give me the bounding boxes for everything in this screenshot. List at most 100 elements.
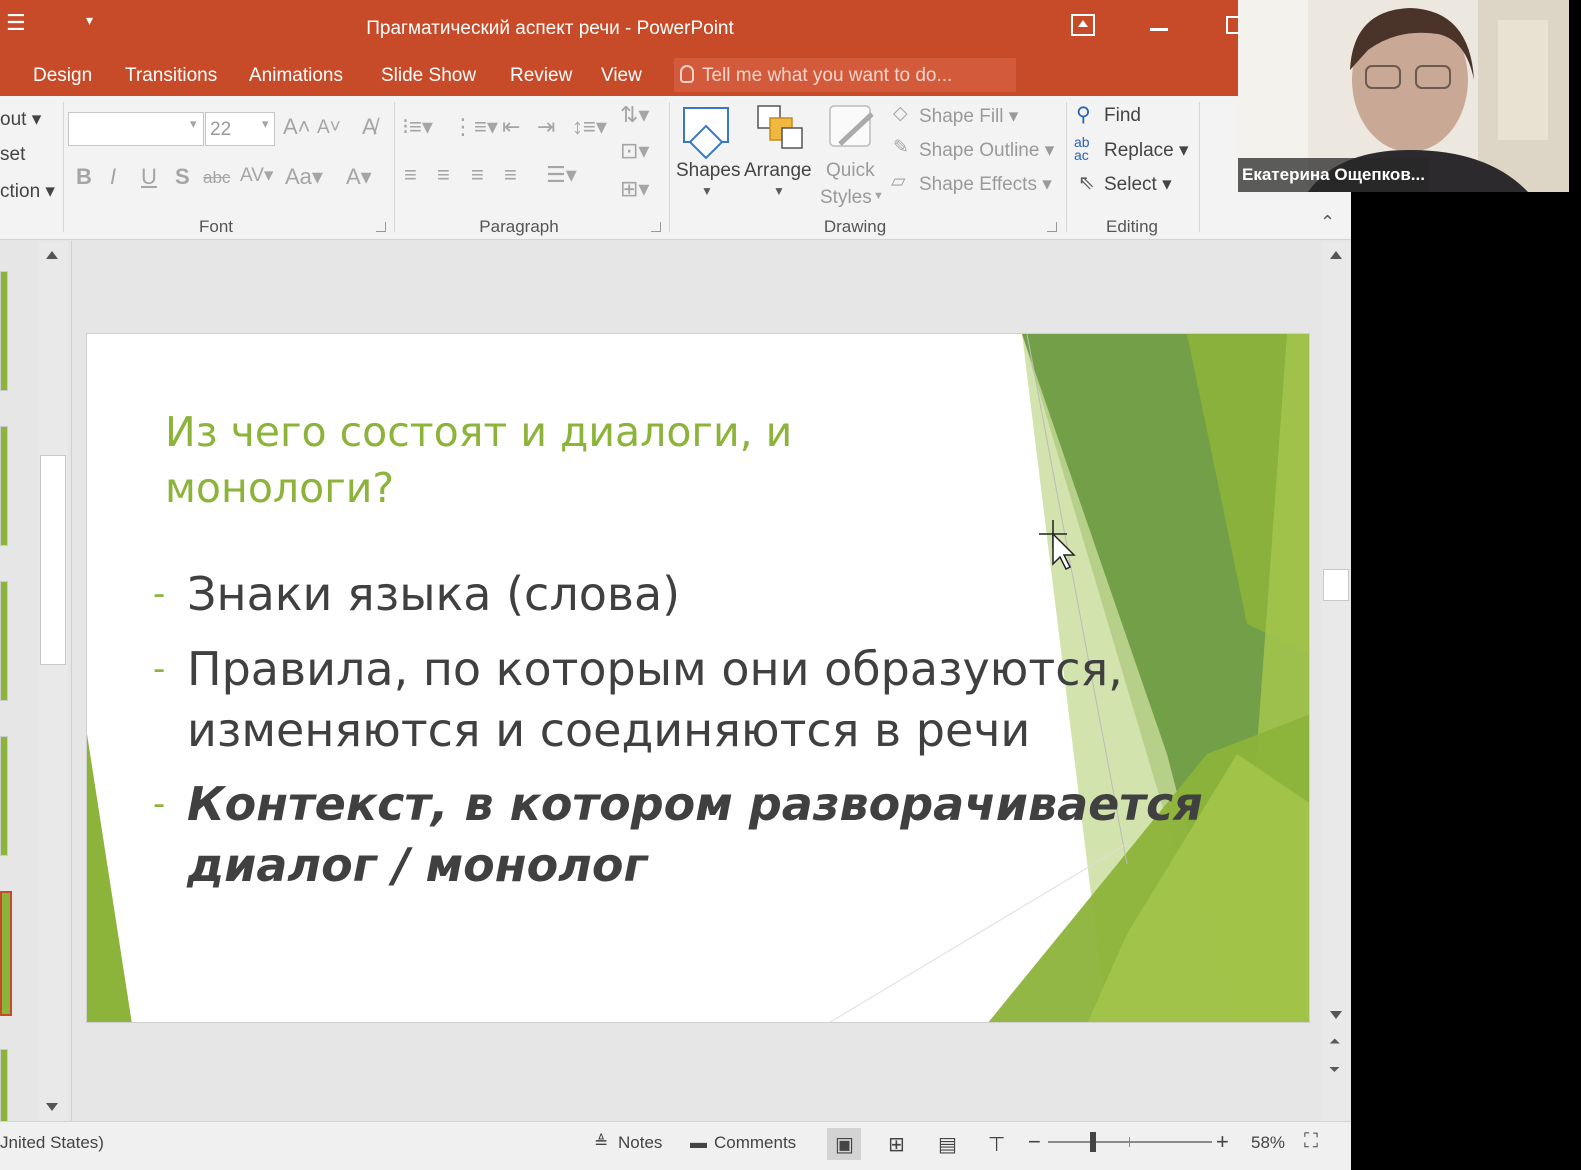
- bullets-icon[interactable]: ⁝≡▾: [402, 114, 433, 140]
- current-slide[interactable]: Из чего состоят и диалоги, и монологи? -…: [86, 333, 1310, 1023]
- find-button[interactable]: Find: [1104, 105, 1141, 127]
- arrange-dropdown-icon[interactable]: ▼: [773, 184, 785, 198]
- shape-outline-icon: ✎: [893, 137, 909, 158]
- section-button[interactable]: ction ▾: [0, 180, 55, 203]
- slideshow-view-button[interactable]: ⊤: [980, 1128, 1014, 1160]
- change-case-icon[interactable]: Aa▾: [285, 164, 323, 190]
- previous-slide-icon[interactable]: ⏶: [1329, 1033, 1340, 1050]
- scroll-up-icon[interactable]: [46, 251, 58, 259]
- slide-scroll-thumb[interactable]: [1323, 569, 1349, 601]
- font-color-icon[interactable]: A▾: [346, 164, 372, 190]
- tab-design[interactable]: Design: [33, 65, 92, 87]
- decrease-indent-icon[interactable]: ⇤: [502, 114, 520, 140]
- next-slide-icon[interactable]: ⏷: [1329, 1061, 1340, 1078]
- slide-thumbnail[interactable]: [0, 1049, 8, 1129]
- quick-styles-label-2[interactable]: Styles: [820, 187, 872, 209]
- tab-slide-show[interactable]: Slide Show: [381, 65, 476, 87]
- clear-formatting-icon[interactable]: A̸: [362, 114, 377, 140]
- quick-styles-dropdown-icon[interactable]: ▼: [873, 190, 884, 202]
- smartart-icon[interactable]: ⊞▾: [620, 176, 649, 202]
- bullet-dash: -: [153, 784, 166, 824]
- align-right-icon[interactable]: ≡: [471, 162, 484, 188]
- group-separator: [1066, 102, 1067, 232]
- align-left-icon[interactable]: ≡: [404, 162, 417, 188]
- comments-button[interactable]: Comments: [714, 1133, 796, 1153]
- replace-icon: ab ac: [1074, 134, 1090, 163]
- normal-view-button[interactable]: ▣: [827, 1128, 861, 1160]
- scroll-up-icon[interactable]: [1330, 251, 1342, 259]
- drawing-group-label: Drawing: [823, 217, 887, 236]
- columns-icon[interactable]: ☰▾: [546, 162, 577, 188]
- zoom-slider[interactable]: [1048, 1141, 1212, 1143]
- collapse-ribbon-icon[interactable]: ⌃: [1320, 212, 1335, 233]
- character-spacing-icon[interactable]: AV▾: [240, 164, 273, 187]
- quick-styles-label-1[interactable]: Quick: [826, 160, 875, 182]
- lightbulb-icon: [680, 65, 694, 83]
- font-dialog-launcher-icon[interactable]: [376, 222, 386, 232]
- notes-button[interactable]: Notes: [618, 1133, 662, 1153]
- slide-thumbnail[interactable]: [0, 426, 8, 546]
- bold-icon[interactable]: B: [76, 164, 92, 190]
- numbering-icon[interactable]: ⋮≡▾: [452, 114, 498, 140]
- replace-button[interactable]: Replace ▾: [1104, 139, 1189, 162]
- slide-scrollbar[interactable]: ⏶ ⏷: [1322, 241, 1350, 1121]
- arrange-icon[interactable]: [754, 104, 804, 150]
- text-direction-icon[interactable]: ⇅▾: [620, 102, 649, 128]
- scroll-down-icon[interactable]: [1330, 1011, 1342, 1019]
- line-spacing-icon[interactable]: ↕≡▾: [572, 114, 607, 140]
- align-text-icon[interactable]: ⊡▾: [620, 138, 649, 164]
- tab-animations[interactable]: Animations: [249, 65, 343, 87]
- paragraph-dialog-launcher-icon[interactable]: [651, 222, 661, 232]
- tab-transitions[interactable]: Transitions: [125, 65, 217, 87]
- slide-thumbnail-selected[interactable]: [0, 891, 12, 1016]
- text-shadow-icon[interactable]: S: [175, 164, 190, 190]
- slide-thumbnail[interactable]: [0, 581, 8, 701]
- ribbon-display-options-icon[interactable]: [1071, 14, 1095, 36]
- shape-effects-icon: ▱: [891, 171, 906, 192]
- zoom-level[interactable]: 58%: [1251, 1133, 1285, 1153]
- slide-title-line-2: монологи?: [165, 464, 395, 512]
- slide-sorter-button[interactable]: ⊞: [880, 1128, 914, 1160]
- shape-effects-button[interactable]: Shape Effects ▾: [919, 173, 1052, 196]
- window-title: Прагматический аспект речи - PowerPoint: [366, 18, 734, 39]
- font-size-dropdown-icon[interactable]: ▾: [262, 116, 269, 132]
- thumbnails-scrollbar[interactable]: [38, 241, 68, 1121]
- justify-icon[interactable]: ≡: [504, 162, 517, 188]
- underline-icon[interactable]: U: [141, 164, 157, 190]
- reading-view-button[interactable]: ▤: [930, 1128, 964, 1160]
- increase-font-icon[interactable]: A˄: [283, 114, 311, 140]
- shape-fill-button[interactable]: Shape Fill ▾: [919, 105, 1018, 128]
- slide-thumbnail[interactable]: [0, 271, 8, 391]
- shape-outline-button[interactable]: Shape Outline ▾: [919, 139, 1054, 162]
- align-center-icon[interactable]: ≡: [437, 162, 450, 188]
- strikethrough-icon[interactable]: abc: [203, 168, 230, 188]
- font-name-dropdown-icon[interactable]: ▾: [190, 116, 197, 132]
- select-button[interactable]: Select ▾: [1104, 173, 1172, 196]
- minimize-button[interactable]: [1150, 28, 1168, 31]
- quick-styles-icon[interactable]: [828, 104, 878, 154]
- shape-fill-icon: ◇: [893, 103, 908, 124]
- tell-me-search[interactable]: Tell me what you want to do...: [674, 58, 1016, 92]
- shapes-dropdown-icon[interactable]: ▼: [701, 184, 713, 198]
- shapes-icon[interactable]: [680, 104, 738, 160]
- reset-button[interactable]: set: [0, 144, 25, 166]
- zoom-out-button[interactable]: −: [1028, 1129, 1041, 1155]
- font-name-box[interactable]: [68, 112, 204, 146]
- language-status[interactable]: Jnited States): [0, 1133, 104, 1153]
- tab-review[interactable]: Review: [510, 65, 572, 87]
- arrange-button[interactable]: Arrange: [744, 160, 812, 182]
- fit-to-window-icon[interactable]: ⛶: [1304, 1130, 1318, 1153]
- slide-title[interactable]: Из чего состоят и диалоги, и монологи?: [165, 404, 925, 516]
- decrease-font-icon[interactable]: A˅: [317, 117, 341, 139]
- shapes-button[interactable]: Shapes: [676, 160, 740, 182]
- zoom-slider-handle[interactable]: [1090, 1132, 1096, 1152]
- layout-button[interactable]: out ▾: [0, 108, 41, 131]
- drawing-dialog-launcher-icon[interactable]: [1047, 222, 1057, 232]
- italic-icon[interactable]: I: [110, 164, 116, 190]
- zoom-in-button[interactable]: +: [1216, 1129, 1229, 1155]
- slide-thumbnail[interactable]: [0, 736, 8, 856]
- thumbnails-scroll-thumb[interactable]: [40, 455, 66, 665]
- scroll-down-icon[interactable]: [46, 1103, 58, 1111]
- increase-indent-icon[interactable]: ⇥: [537, 114, 555, 140]
- tab-view[interactable]: View: [601, 65, 642, 87]
